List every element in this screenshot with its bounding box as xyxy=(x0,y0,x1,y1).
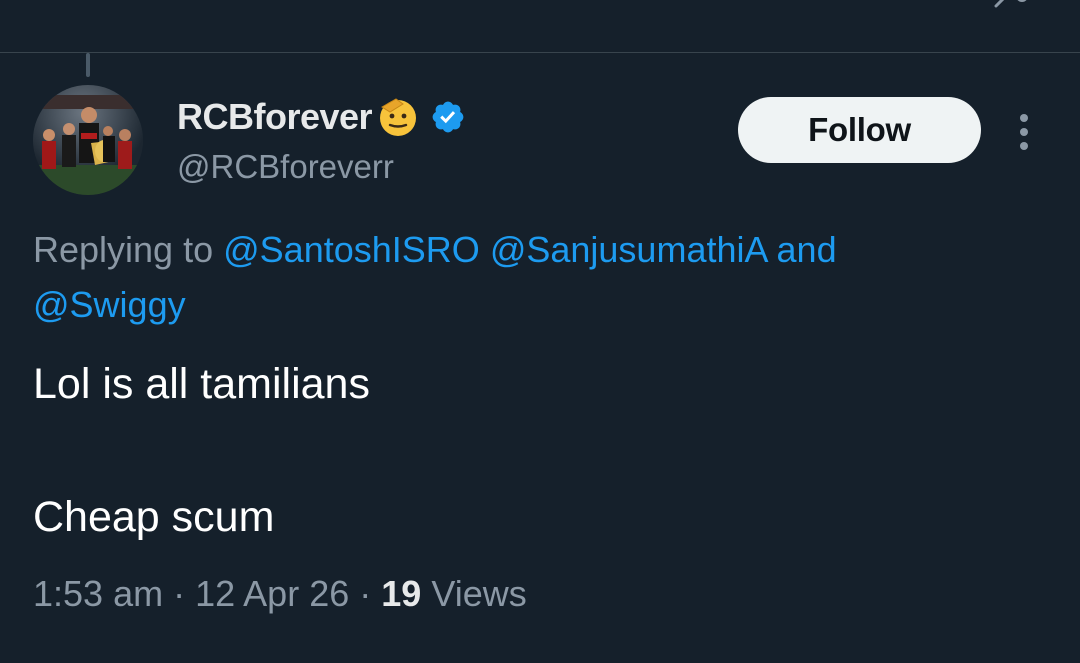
partial-icon xyxy=(994,0,1027,8)
display-name[interactable]: RCBforever xyxy=(177,96,373,138)
follow-button[interactable]: Follow xyxy=(738,97,981,163)
tweet-text-line: Cheap scum xyxy=(33,493,275,541)
mention-joiner[interactable]: and xyxy=(777,229,837,270)
tweet-metadata: 1:53 am · 12 Apr 26 · 19 Views xyxy=(33,570,527,618)
more-vertical-icon[interactable] xyxy=(1010,110,1038,154)
thread-line xyxy=(86,53,90,77)
display-name-row: RCBforever xyxy=(177,95,466,139)
verified-badge-icon[interactable] xyxy=(430,99,466,135)
replying-to-label: Replying to xyxy=(33,229,214,270)
avatar[interactable] xyxy=(33,85,143,195)
replying-to: Replying to @SantoshISRO @SanjusumathiA … xyxy=(33,222,1033,332)
views-label: Views xyxy=(431,573,527,614)
tweet-text-line: Lol is all tamilians xyxy=(33,360,370,408)
tweet-time[interactable]: 1:53 am xyxy=(33,573,163,614)
mention-link[interactable]: @SantoshISRO xyxy=(223,229,480,270)
meta-separator: · xyxy=(359,573,372,614)
tweet-date[interactable]: 12 Apr 26 xyxy=(195,573,349,614)
views-count[interactable]: 19 xyxy=(381,573,421,614)
top-divider xyxy=(0,52,1080,53)
avatar-image xyxy=(33,85,143,195)
mention-link[interactable]: @Swiggy xyxy=(33,284,186,325)
saluting-face-emoji-icon xyxy=(380,98,417,136)
user-handle[interactable]: @RCBforeverr xyxy=(177,147,394,187)
mention-link[interactable]: @SanjusumathiA xyxy=(490,229,767,270)
meta-separator: · xyxy=(173,573,186,614)
